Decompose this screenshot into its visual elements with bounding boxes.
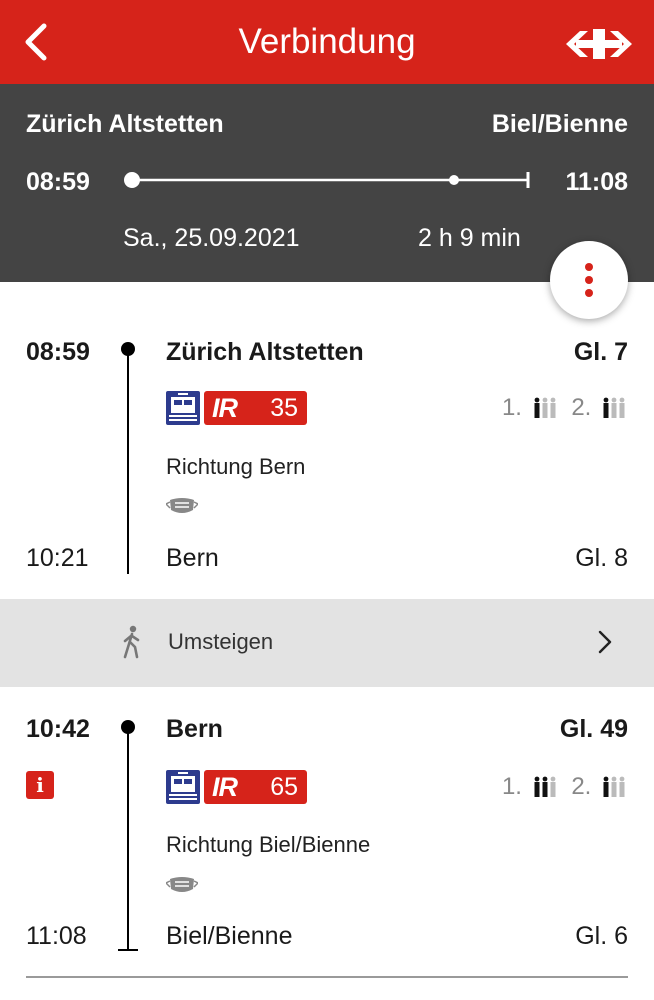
leg-arrival-platform: Gl. 6 (575, 922, 628, 950)
journey-leg[interactable]: 10:42 Bern Gl. 49 i IR 65 1. 2. Richtung… (0, 687, 654, 976)
leg-direction: Richtung Biel/Bienne (166, 832, 371, 857)
train-line-badge: IR 35 (204, 391, 307, 425)
sbb-logo-icon (566, 26, 632, 62)
leg-departure-time: 08:59 (26, 338, 90, 366)
leg-arrival-time: 10:21 (26, 544, 89, 572)
transfer-label: Umsteigen (168, 629, 274, 654)
walking-person-icon (123, 625, 140, 659)
summary-duration: 2 h 9 min (418, 224, 521, 252)
occupancy-indicator: 1. 2. (502, 772, 626, 801)
leg-departure-platform: Gl. 49 (559, 715, 628, 743)
page-title: Verbindung (238, 22, 416, 61)
train-type: IR (212, 772, 238, 802)
journey-timeline (124, 172, 530, 188)
timeline-line (127, 348, 129, 574)
occupancy-icon (534, 397, 556, 418)
timeline-end-cap (118, 949, 138, 951)
occupancy-icon (603, 397, 625, 418)
summary-departure-time: 08:59 (26, 168, 90, 196)
first-class-label: 1. (501, 772, 522, 800)
train-icon (166, 770, 200, 804)
summary-date: Sa., 25.09.2021 (123, 224, 300, 252)
summary-from-station: Zürich Altstetten (26, 110, 224, 138)
train-line-badge: IR 65 (204, 770, 307, 804)
top-bar: Verbindung (0, 0, 654, 84)
chevron-right-icon (598, 630, 612, 654)
leg-arrival-time: 11:08 (26, 922, 87, 950)
train-number: 65 (270, 773, 298, 801)
leg-departure-station: Bern (166, 715, 223, 743)
leg-arrival-platform: Gl. 8 (575, 544, 628, 572)
train-number: 35 (270, 394, 298, 422)
mask-icon (166, 498, 198, 513)
second-class-label: 2. (571, 393, 592, 421)
divider (26, 976, 628, 978)
first-class-label: 1. (501, 393, 522, 421)
info-icon[interactable]: i (26, 771, 54, 799)
leg-departure-platform: Gl. 7 (573, 338, 628, 366)
occupancy-indicator: 1. 2. (502, 393, 626, 422)
journey-leg[interactable]: 08:59 Zürich Altstetten Gl. 7 IR 35 1. 2… (0, 282, 654, 599)
summary-arrival-time: 11:08 (565, 168, 628, 196)
occupancy-icon (603, 776, 625, 797)
connection-summary: Zürich Altstetten Biel/Bienne 08:59 11:0… (0, 84, 654, 282)
leg-arrival-station: Bern (166, 544, 219, 572)
timeline-line (127, 726, 129, 950)
leg-direction: Richtung Bern (166, 454, 306, 479)
summary-to-station: Biel/Bienne (491, 110, 628, 138)
leg-departure-station: Zürich Altstetten (166, 338, 364, 366)
train-icon (166, 391, 200, 425)
mask-icon (166, 877, 198, 892)
transfer-row[interactable]: Umsteigen (0, 599, 654, 687)
leg-arrival-station: Biel/Bienne (166, 922, 293, 950)
leg-departure-time: 10:42 (26, 715, 90, 743)
occupancy-icon (534, 776, 556, 797)
second-class-label: 2. (571, 772, 592, 800)
more-options-button[interactable] (550, 241, 628, 319)
train-type: IR (212, 393, 238, 423)
